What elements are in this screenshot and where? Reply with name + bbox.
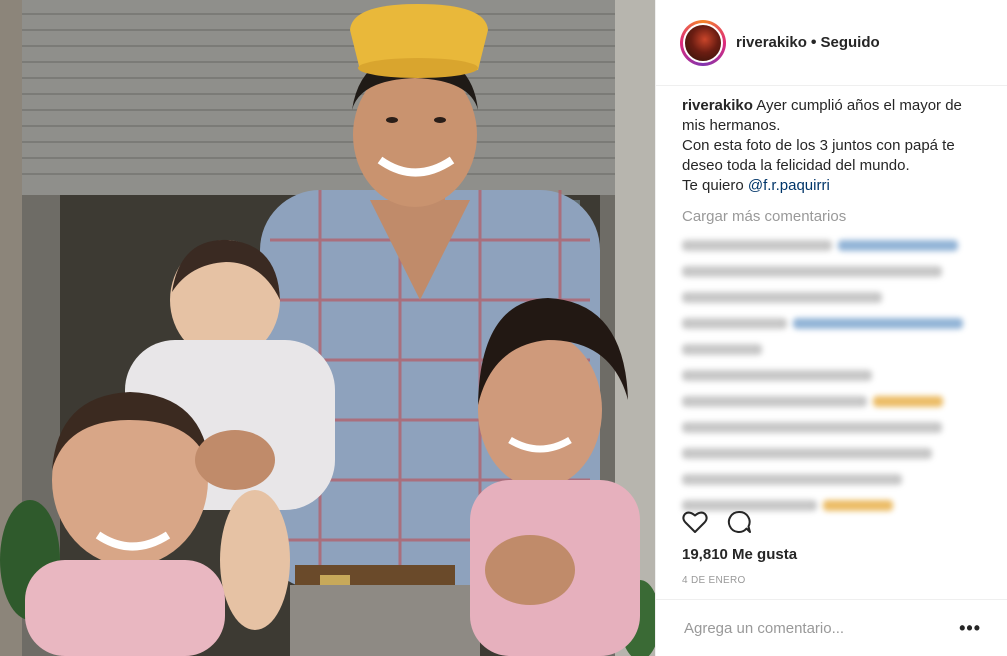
list-item — [682, 285, 982, 309]
caption-line-3: Te quiero — [682, 177, 748, 194]
post-actions — [682, 510, 752, 539]
avatar[interactable] — [683, 22, 723, 63]
comment-input[interactable] — [682, 618, 926, 638]
caption-username[interactable]: riverakiko — [682, 97, 753, 114]
list-item — [682, 337, 982, 361]
header-separator: • — [810, 33, 817, 51]
list-item — [682, 311, 982, 335]
add-comment-bar: ••• — [656, 599, 1007, 656]
avatar-story-ring[interactable] — [680, 19, 726, 66]
list-item — [682, 233, 982, 257]
caption-line-2: Con esta foto de los 3 juntos con papá t… — [682, 137, 955, 174]
list-item — [682, 259, 982, 283]
list-item — [682, 441, 982, 465]
heart-icon[interactable] — [682, 510, 708, 539]
caption-mention-link[interactable]: @f.r.paquirri — [748, 177, 830, 194]
post-caption: riverakiko Ayer cumplió años el mayor de… — [682, 96, 982, 196]
list-item — [682, 467, 982, 491]
post-header: riverakiko • Seguido — [656, 0, 1007, 86]
blurred-comments — [682, 233, 982, 517]
header-username[interactable]: riverakiko — [736, 34, 807, 51]
list-item — [682, 415, 982, 439]
list-item — [682, 389, 982, 413]
post-date[interactable]: 4 DE ENERO — [682, 575, 746, 586]
list-item — [682, 363, 982, 387]
load-more-comments-button[interactable]: Cargar más comentarios — [682, 207, 982, 227]
post-photo[interactable] — [0, 0, 655, 656]
comment-icon[interactable] — [726, 510, 752, 539]
follow-status-button[interactable]: Seguido — [821, 34, 880, 51]
family-photo-illustration — [0, 0, 655, 656]
comments-section: riverakiko Ayer cumplió años el mayor de… — [682, 96, 982, 519]
post-side-panel: riverakiko • Seguido riverakiko Ayer cum… — [655, 0, 1007, 656]
more-options-icon[interactable]: ••• — [959, 618, 981, 639]
likes-count[interactable]: 19,810 Me gusta — [682, 546, 797, 563]
